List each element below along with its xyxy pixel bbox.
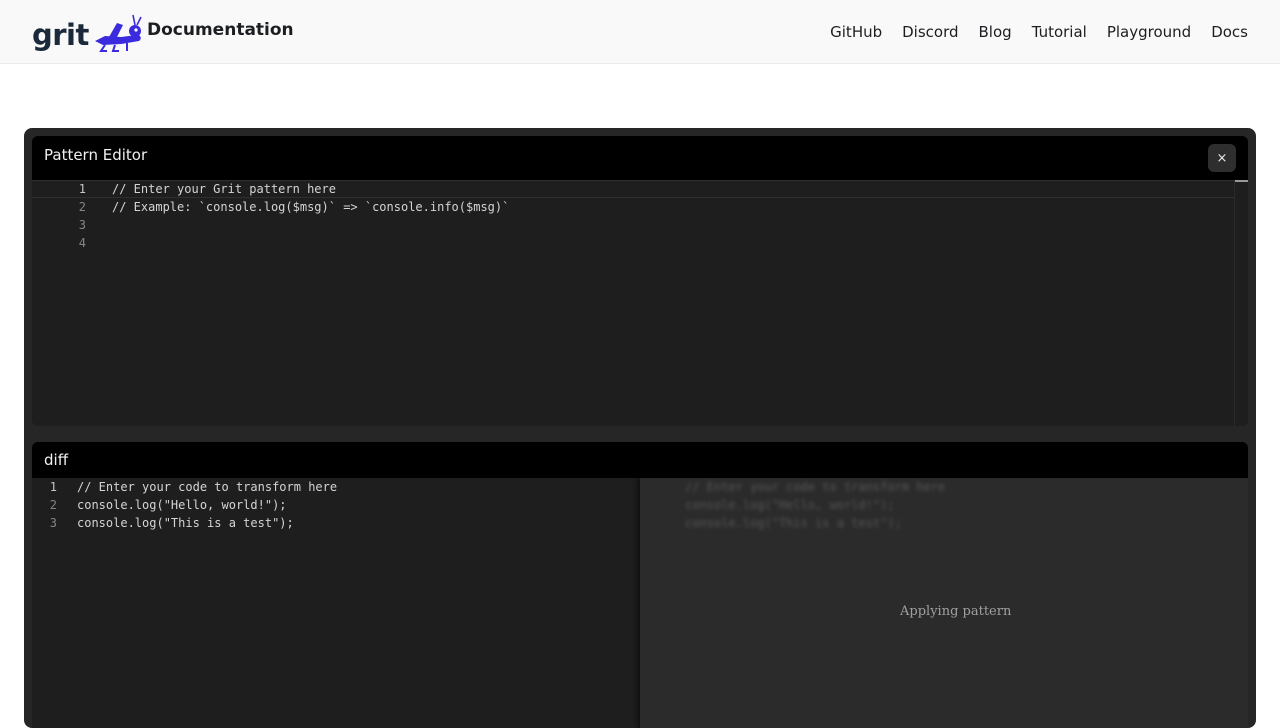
nav-links: GitHub Discord Blog Tutorial Playground … (810, 0, 1248, 63)
nav-link-docs[interactable]: Docs (1211, 23, 1248, 41)
nav-link-github[interactable]: GitHub (830, 23, 882, 41)
code-line: // Enter your code to transform here (77, 480, 338, 494)
pattern-editor-header: Pattern Editor × (32, 136, 1248, 180)
top-navbar: grit Documentation GitHub Discord Blog T… (0, 0, 1280, 64)
line-number: 4 (78, 236, 86, 250)
scrollbar-cursor-marker (1235, 180, 1248, 182)
line-number: 3 (49, 516, 57, 530)
nav-link-discord[interactable]: Discord (902, 23, 958, 41)
diff-panel: diff 1 2 3 // Enter your code to transfo… (32, 442, 1248, 728)
blurred-code-line: // Enter your code to transform here (685, 480, 946, 494)
nav-link-blog[interactable]: Blog (979, 23, 1012, 41)
pattern-code-editor[interactable]: 1 2 3 4 // Enter your Grit pattern here … (32, 180, 1248, 426)
grasshopper-logo-icon (94, 14, 142, 52)
site-title[interactable]: Documentation (147, 20, 294, 40)
code-line: // Example: `console.log($msg)` => `cons… (112, 200, 510, 214)
line-number: 1 (78, 182, 86, 196)
nav-link-tutorial[interactable]: Tutorial (1032, 23, 1087, 41)
blurred-code-line: console.log("This is a test"); (685, 516, 902, 530)
line-number: 2 (78, 200, 86, 214)
logo-text: grit (32, 17, 89, 52)
grit-logo[interactable]: grit (32, 10, 143, 54)
editor-scrollbar[interactable] (1234, 180, 1248, 426)
code-line: // Enter your Grit pattern here (112, 182, 336, 196)
blurred-code-line: console.log("Hello, world!"); (685, 498, 895, 512)
diff-header: diff (32, 442, 1248, 478)
close-button[interactable]: × (1208, 144, 1236, 172)
output-preview-pane: // Enter your code to transform here con… (639, 478, 1248, 728)
line-number: 3 (78, 218, 86, 232)
pattern-editor-panel: Pattern Editor × 1 2 3 4 // Enter your G… (32, 136, 1248, 426)
playground-frame: Pattern Editor × 1 2 3 4 // Enter your G… (24, 128, 1256, 728)
diff-title: diff (44, 451, 69, 469)
code-line: console.log("This is a test"); (77, 516, 294, 530)
applying-pattern-status: Applying pattern (900, 604, 1012, 619)
pattern-editor-title: Pattern Editor (44, 146, 148, 164)
input-code-editor[interactable]: 1 2 3 // Enter your code to transform he… (32, 478, 638, 728)
code-line: console.log("Hello, world!"); (77, 498, 287, 512)
nav-link-playground[interactable]: Playground (1107, 23, 1191, 41)
line-number: 2 (49, 498, 57, 512)
line-number: 1 (49, 480, 57, 494)
